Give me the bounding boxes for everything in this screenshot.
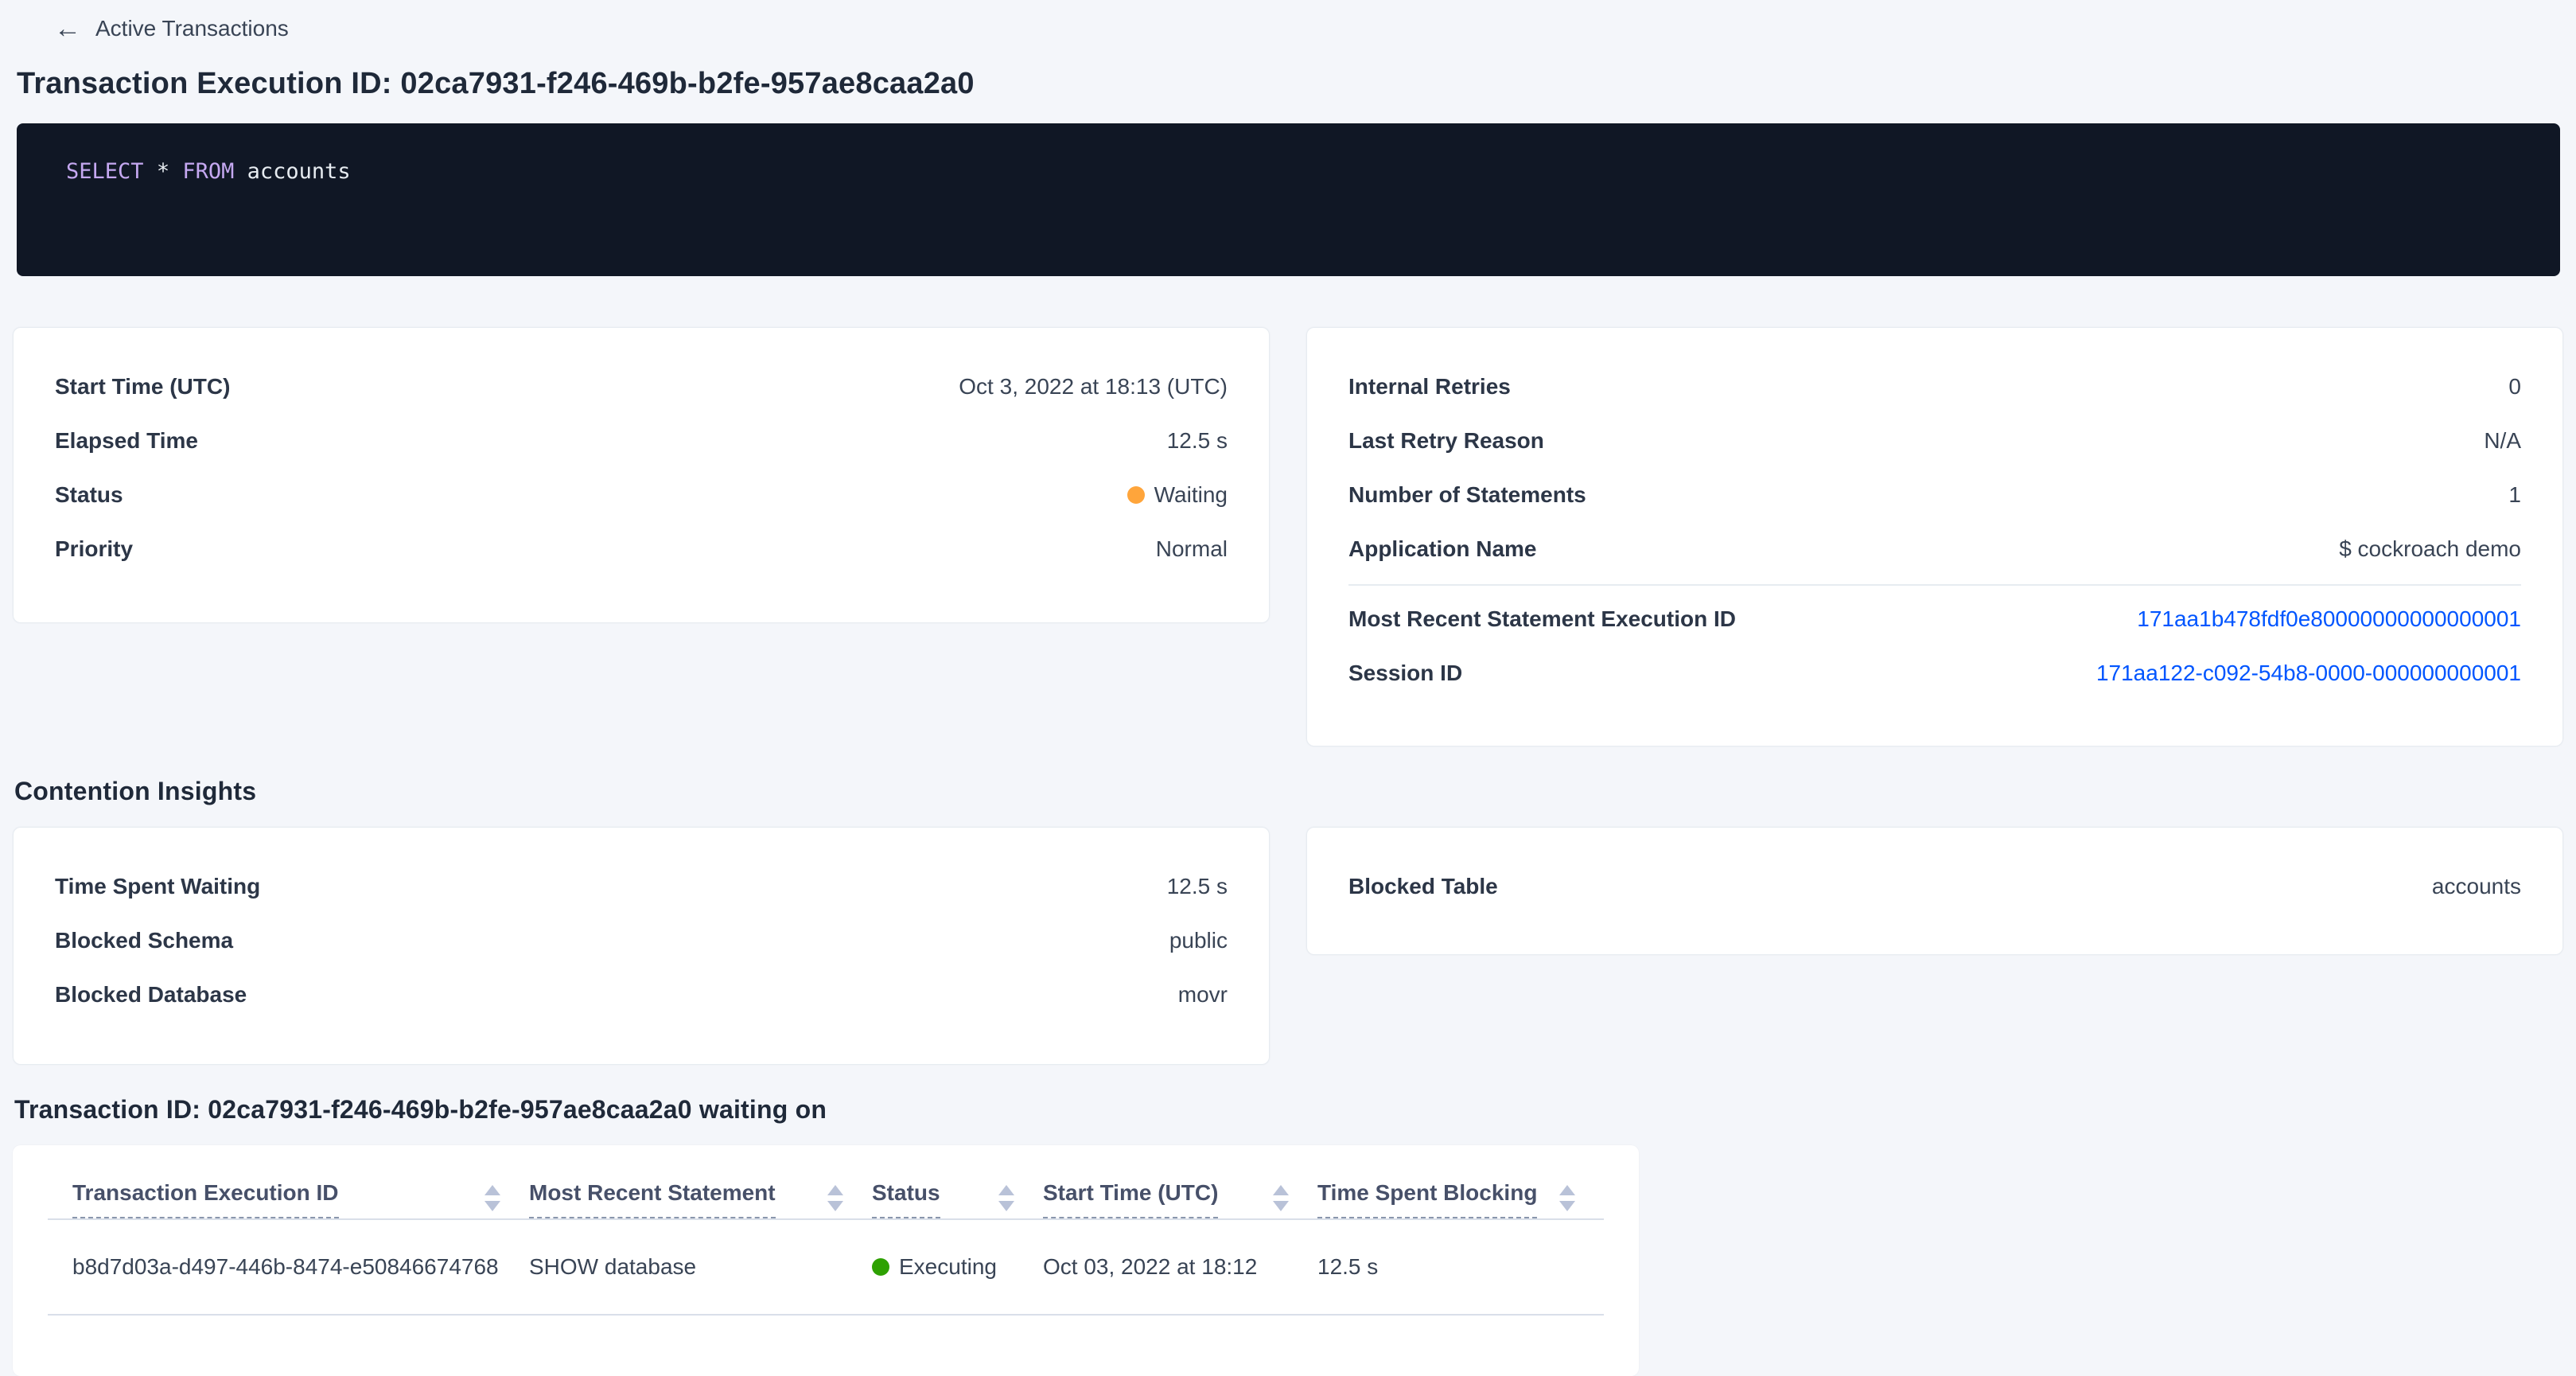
last-retry-reason-row: Last Retry Reason N/A bbox=[1348, 414, 2521, 468]
sql-keyword-from: FROM bbox=[182, 159, 234, 184]
column-header-label[interactable]: Time Spent Blocking bbox=[1317, 1180, 1537, 1218]
waiting-table-header: Transaction Execution ID Most Recent Sta… bbox=[48, 1180, 1604, 1220]
session-id-label: Session ID bbox=[1348, 661, 1462, 686]
priority-value: Normal bbox=[1156, 536, 1228, 562]
status-label: Status bbox=[55, 482, 123, 508]
last-retry-reason-label: Last Retry Reason bbox=[1348, 428, 1544, 454]
sort-icon[interactable] bbox=[484, 1185, 500, 1211]
cell-status-text: Executing bbox=[899, 1254, 997, 1280]
application-name-label: Application Name bbox=[1348, 536, 1536, 562]
column-header-label[interactable]: Status bbox=[872, 1180, 940, 1218]
back-link[interactable]: ← Active Transactions bbox=[13, 11, 2563, 46]
number-of-statements-value: 1 bbox=[2508, 482, 2521, 508]
column-header-status[interactable]: Status bbox=[872, 1180, 1043, 1218]
sort-icon[interactable] bbox=[1273, 1185, 1289, 1211]
blocked-database-row: Blocked Database movr bbox=[55, 968, 1228, 1022]
transaction-details-page: ← Active Transactions Transaction Execut… bbox=[0, 0, 2576, 1376]
statement-execution-id-label: Most Recent Statement Execution ID bbox=[1348, 606, 1736, 632]
sort-icon[interactable] bbox=[827, 1185, 843, 1211]
blocked-table-card: Blocked Table accounts bbox=[1306, 827, 2563, 955]
contention-cards-row: Time Spent Waiting 12.5 s Blocked Schema… bbox=[13, 827, 2563, 1065]
table-row: b8d7d03a-d497-446b-8474-e50846674768 SHO… bbox=[48, 1220, 1604, 1316]
blocked-schema-label: Blocked Schema bbox=[55, 928, 233, 953]
blocked-table-value: accounts bbox=[2432, 874, 2521, 899]
sort-icon[interactable] bbox=[1559, 1185, 1575, 1211]
back-arrow-icon[interactable]: ← bbox=[54, 15, 81, 42]
cell-start-time: Oct 03, 2022 at 18:12 bbox=[1043, 1254, 1317, 1280]
status-value: Waiting bbox=[1127, 482, 1228, 508]
contention-details-card: Time Spent Waiting 12.5 s Blocked Schema… bbox=[13, 827, 1270, 1065]
application-name-row: Application Name $ cockroach demo bbox=[1348, 522, 2521, 576]
blocked-table-row: Blocked Table accounts bbox=[1348, 860, 2521, 914]
waiting-on-heading: Transaction ID: 02ca7931-f246-469b-b2fe-… bbox=[14, 1095, 2563, 1125]
column-header-time-spent-blocking[interactable]: Time Spent Blocking bbox=[1317, 1180, 1604, 1218]
statement-execution-id-link[interactable]: 171aa1b478fdf0e80000000000000001 bbox=[2137, 606, 2521, 632]
status-value-text: Waiting bbox=[1154, 482, 1228, 508]
contention-insights-heading: Contention Insights bbox=[14, 777, 2563, 806]
session-id-link[interactable]: 171aa122-c092-54b8-0000-000000000001 bbox=[2096, 661, 2521, 686]
priority-row: Priority Normal bbox=[55, 522, 1228, 576]
blocked-schema-row: Blocked Schema public bbox=[55, 914, 1228, 968]
status-executing-dot-icon bbox=[872, 1258, 889, 1276]
column-header-label[interactable]: Transaction Execution ID bbox=[72, 1180, 339, 1218]
back-link-label[interactable]: Active Transactions bbox=[95, 16, 289, 41]
number-of-statements-row: Number of Statements 1 bbox=[1348, 468, 2521, 522]
status-row: Status Waiting bbox=[55, 468, 1228, 522]
column-header-most-recent-statement[interactable]: Most Recent Statement bbox=[529, 1180, 872, 1218]
internal-retries-label: Internal Retries bbox=[1348, 374, 1511, 400]
start-time-label: Start Time (UTC) bbox=[55, 374, 230, 400]
sql-table-name: accounts bbox=[247, 159, 351, 184]
column-header-label[interactable]: Most Recent Statement bbox=[529, 1180, 776, 1218]
column-header-label[interactable]: Start Time (UTC) bbox=[1043, 1180, 1218, 1218]
start-time-value: Oct 3, 2022 at 18:13 (UTC) bbox=[959, 374, 1228, 400]
page-title: Transaction Execution ID: 02ca7931-f246-… bbox=[17, 67, 2563, 101]
time-spent-waiting-row: Time Spent Waiting 12.5 s bbox=[55, 860, 1228, 914]
start-time-row: Start Time (UTC) Oct 3, 2022 at 18:13 (U… bbox=[55, 360, 1228, 414]
internal-retries-row: Internal Retries 0 bbox=[1348, 360, 2521, 414]
cell-most-recent-statement: SHOW database bbox=[529, 1254, 872, 1280]
sort-icon[interactable] bbox=[998, 1185, 1014, 1211]
column-header-transaction-execution-id[interactable]: Transaction Execution ID bbox=[72, 1180, 529, 1218]
card-divider bbox=[1348, 584, 2521, 586]
time-spent-waiting-label: Time Spent Waiting bbox=[55, 874, 260, 899]
application-name-value: $ cockroach demo bbox=[2339, 536, 2521, 562]
blocked-database-value: movr bbox=[1178, 982, 1228, 1008]
priority-label: Priority bbox=[55, 536, 133, 562]
blocked-database-label: Blocked Database bbox=[55, 982, 247, 1008]
cell-transaction-execution-id: b8d7d03a-d497-446b-8474-e50846674768 bbox=[72, 1254, 529, 1280]
waiting-on-table-card: Transaction Execution ID Most Recent Sta… bbox=[13, 1145, 1639, 1376]
time-spent-waiting-value: 12.5 s bbox=[1167, 874, 1228, 899]
last-retry-reason-value: N/A bbox=[2484, 428, 2521, 454]
cell-status: Executing bbox=[872, 1254, 1043, 1280]
statement-summary-card: Internal Retries 0 Last Retry Reason N/A… bbox=[1306, 327, 2563, 746]
blocked-schema-value: public bbox=[1169, 928, 1228, 953]
elapsed-time-label: Elapsed Time bbox=[55, 428, 198, 454]
status-waiting-dot-icon bbox=[1127, 486, 1145, 504]
sql-keyword-select: SELECT bbox=[66, 159, 144, 184]
column-header-start-time[interactable]: Start Time (UTC) bbox=[1043, 1180, 1317, 1218]
elapsed-time-row: Elapsed Time 12.5 s bbox=[55, 414, 1228, 468]
session-id-row: Session ID 171aa122-c092-54b8-0000-00000… bbox=[1348, 646, 2521, 700]
summary-cards-row: Start Time (UTC) Oct 3, 2022 at 18:13 (U… bbox=[13, 327, 2563, 746]
sql-star: * bbox=[157, 159, 169, 184]
number-of-statements-label: Number of Statements bbox=[1348, 482, 1586, 508]
internal-retries-value: 0 bbox=[2508, 374, 2521, 400]
blocked-table-label: Blocked Table bbox=[1348, 874, 1498, 899]
transaction-summary-card: Start Time (UTC) Oct 3, 2022 at 18:13 (U… bbox=[13, 327, 1270, 623]
cell-time-spent-blocking: 12.5 s bbox=[1317, 1254, 1604, 1280]
sql-statement-box: SELECT * FROM accounts bbox=[17, 123, 2560, 276]
statement-execution-id-row: Most Recent Statement Execution ID 171aa… bbox=[1348, 592, 2521, 646]
elapsed-time-value: 12.5 s bbox=[1167, 428, 1228, 454]
